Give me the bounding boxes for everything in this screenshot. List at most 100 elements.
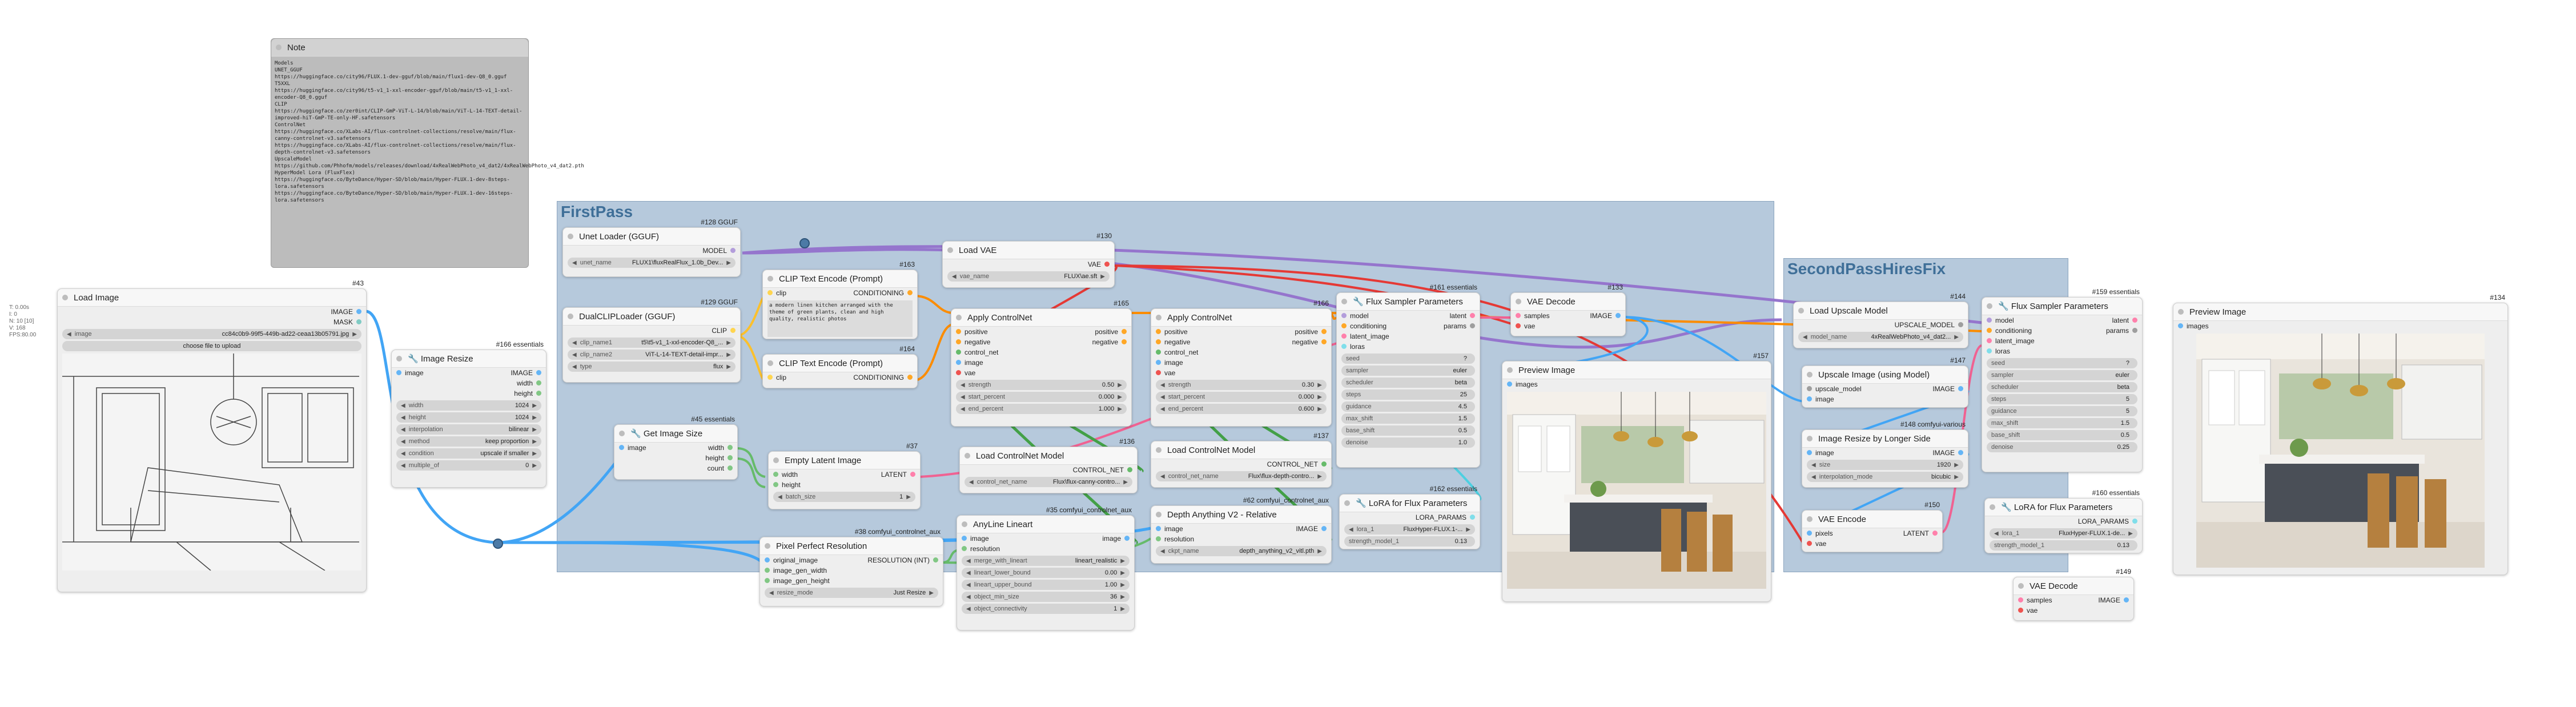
output-params[interactable]: params	[1408, 322, 1475, 330]
input-conditioning[interactable]: conditioning	[1987, 327, 2062, 335]
node-load-upscale-model[interactable]: Load Upscale Model #144 UPSCALE_MODEL ◀ mo…	[1793, 292, 1968, 348]
prompt-textarea[interactable]: a modern linen kitchen arranged with the…	[767, 300, 913, 337]
output-width[interactable]: width	[676, 444, 733, 452]
input-images[interactable]: images	[2178, 322, 2503, 330]
widget-method[interactable]: ◀ method keep proportion ▶	[396, 436, 541, 447]
widget-vae-name[interactable]: ◀ vae_name FLUX\ae.sft ▶	[947, 271, 1110, 282]
widget-width[interactable]: ◀ width 1024 ▶	[396, 400, 541, 411]
widget-scheduler[interactable]: scheduler beta	[1341, 377, 1475, 388]
input-original-image[interactable]: original_image	[765, 556, 851, 564]
node-lora-flux-parameters-1[interactable]: 🔧 LoRA for Flux Parameters #162 essential…	[1339, 485, 1480, 549]
output-image[interactable]: IMAGE	[1885, 385, 1963, 393]
input-image[interactable]: image	[396, 369, 469, 377]
widget-multiple-of[interactable]: ◀ multiple_of 0 ▶	[396, 460, 541, 471]
widget-start-percent[interactable]: ◀ start_percent 0.000 ▶	[956, 392, 1127, 402]
widget-sampler[interactable]: sampler euler	[1341, 365, 1475, 376]
node-apply-controlnet-1[interactable]: Apply ControlNet #165 positive positive ne…	[951, 299, 1132, 427]
widget-clip-name1[interactable]: ◀ clip_name1 t5\t5-v1_1-xxl-encoder-Q8_...…	[568, 338, 736, 348]
widget-unet-name[interactable]: ◀ unet_name FLUX1\fluxRealFlux_1.0b_Dev...…	[568, 258, 736, 268]
note-node[interactable]: Note Models UNET_GGUF https://huggingfac…	[271, 38, 584, 268]
widget-control-net-name[interactable]: ◀ control_net_name Flux\flux-canny-contro.…	[965, 477, 1132, 487]
input-images[interactable]: images	[1507, 380, 1766, 388]
input-image[interactable]: image	[1156, 359, 1327, 367]
input-image[interactable]: image	[962, 535, 1046, 543]
output-positive[interactable]: positive	[1241, 328, 1327, 336]
output-count[interactable]: count	[619, 464, 733, 472]
widget-clip-name2[interactable]: ◀ clip_name2 ViT-L-14-TEXT-detail-impr... ▶	[568, 350, 736, 360]
upload-button[interactable]: choose file to upload	[62, 341, 361, 351]
output-image[interactable]: IMAGE	[1885, 449, 1963, 457]
output-image[interactable]: image	[1046, 535, 1130, 543]
output-height[interactable]: height	[396, 389, 541, 397]
output-image[interactable]: IMAGE	[62, 308, 361, 316]
node-upscale-image-using-model[interactable]: Upscale Image (using Model) #147 upscale_…	[1802, 356, 1968, 408]
image-select[interactable]: ◀ image cc84c0b9-99f5-449b-ad22-ceaa13b057…	[62, 329, 361, 339]
output-latent[interactable]: LATENT	[1872, 529, 1938, 537]
output-model[interactable]: MODEL	[568, 247, 736, 255]
output-image[interactable]: IMAGE	[1568, 312, 1621, 320]
node-get-image-size[interactable]: 🔧 Get Image Size #45 essentials image widt…	[614, 415, 738, 480]
node-flux-sampler-parameters-2[interactable]: 🔧 Flux Sampler Parameters #159 essentials…	[1982, 288, 2143, 472]
widget-merge-with-lineart[interactable]: ◀ merge_with_lineart lineart_realistic ▶	[962, 556, 1130, 566]
output-image[interactable]: IMAGE	[469, 369, 541, 377]
widget-lora-1[interactable]: ◀ lora_1 FluxHyper-FLUX.1-... ▶	[1344, 524, 1475, 535]
node-clip-text-encode-negative[interactable]: CLIP Text Encode (Prompt) #164 clip CONDIT…	[762, 345, 918, 388]
widget-type[interactable]: ◀ type flux ▶	[568, 361, 736, 372]
input-clip[interactable]: clip	[767, 289, 840, 297]
widget-max-shift[interactable]: max_shift 1.5	[1341, 413, 1475, 424]
widget-start-percent[interactable]: ◀ start_percent 0.000 ▶	[1156, 392, 1327, 402]
input-model[interactable]: model	[1341, 312, 1408, 320]
input-positive[interactable]: positive	[1156, 328, 1241, 336]
input-resolution[interactable]: resolution	[1156, 535, 1327, 543]
workflow-canvas[interactable]: FirstPass SecondPassHiresFix T: 0.00s I:…	[0, 0, 2143, 630]
output-lora-params[interactable]: LORA_PARAMS	[1344, 513, 1475, 521]
widget-condition[interactable]: ◀ condition upscale if smaller ▶	[396, 448, 541, 459]
output-negative[interactable]: negative	[1042, 338, 1127, 346]
input-latent-image[interactable]: latent_image	[1987, 337, 2137, 345]
widget-interpolation-mode[interactable]: ◀ interpolation_mode bicubic ▶	[1807, 472, 1963, 482]
node-preview-image-1[interactable]: Preview Image #157 images	[1502, 352, 1771, 602]
output-lora-params[interactable]: LORA_PARAMS	[1990, 517, 2137, 525]
node-load-vae[interactable]: Load VAE #130 VAE ◀ vae_name FLUX\ae.sft ▶	[942, 232, 1115, 288]
note-text[interactable]: Models UNET_GGUF https://huggingface.co/…	[275, 60, 584, 204]
widget-seed[interactable]: seed?	[1341, 354, 1475, 364]
input-width[interactable]: width	[773, 471, 845, 479]
node-lora-flux-parameters-2[interactable]: 🔧 LoRA for Flux Parameters #160 essential…	[1984, 489, 2143, 553]
input-latent-image[interactable]: latent_image	[1341, 332, 1475, 340]
input-vae[interactable]: vae	[2018, 606, 2129, 614]
input-samples[interactable]: samples	[1516, 312, 1568, 320]
widget-guidance[interactable]: guidance 5	[1987, 406, 2137, 416]
widget-max-shift[interactable]: max_shift 1.5	[1987, 418, 2137, 428]
node-depth-anything[interactable]: Depth Anything V2 - Relative #62 comfyui_…	[1151, 496, 1332, 564]
node-flux-sampler-parameters-1[interactable]: 🔧 Flux Sampler Parameters #161 essentials…	[1336, 283, 1480, 468]
widget-control-net-name[interactable]: ◀ control_net_name Flux\flux-depth-contro.…	[1156, 471, 1327, 481]
widget-interpolation[interactable]: ◀ interpolation bilinear ▶	[396, 424, 541, 435]
widget-sampler[interactable]: sampler euler	[1987, 370, 2137, 380]
widget-strength[interactable]: ◀ strength 0.50 ▶	[956, 380, 1127, 390]
widget-strength-model-1[interactable]: strength_model_1 0.13	[1990, 540, 2137, 551]
widget-strength[interactable]: ◀ strength 0.30 ▶	[1156, 380, 1327, 390]
input-vae[interactable]: vae	[956, 369, 1127, 377]
input-loras[interactable]: loras	[1987, 347, 2137, 355]
input-control-net[interactable]: control_net	[956, 348, 1127, 356]
widget-lora-1[interactable]: ◀ lora_1 FluxHyper-FLUX.1-de... ▶	[1990, 528, 2137, 539]
input-image-gen-height[interactable]: image_gen_height	[765, 577, 938, 585]
input-image-gen-width[interactable]: image_gen_width	[765, 567, 938, 575]
widget-guidance[interactable]: guidance 4.5	[1341, 401, 1475, 412]
input-vae[interactable]: vae	[1156, 369, 1327, 377]
input-resolution[interactable]: resolution	[962, 545, 1130, 553]
input-negative[interactable]: negative	[956, 338, 1042, 346]
output-upscale-model[interactable]: UPSCALE_MODEL	[1798, 321, 1963, 329]
input-vae[interactable]: vae	[1516, 322, 1621, 330]
input-loras[interactable]: loras	[1341, 343, 1475, 351]
node-image-resize-longer-side[interactable]: Image Resize by Longer Side #148 comfyui-…	[1802, 420, 1968, 488]
input-samples[interactable]: samples	[2018, 596, 2073, 604]
output-positive[interactable]: positive	[1042, 328, 1127, 336]
input-upscale-model[interactable]: upscale_model	[1807, 385, 1885, 393]
widget-object-connectivity[interactable]: ◀ object_connectivity 1 ▶	[962, 604, 1130, 614]
node-empty-latent-image[interactable]: Empty Latent Image #37 width LATENT height…	[768, 442, 921, 509]
widget-steps[interactable]: steps 5	[1987, 394, 2137, 404]
output-latent[interactable]: LATENT	[845, 471, 915, 479]
widget-resize-mode[interactable]: ◀ resize_mode Just Resize ▶	[765, 588, 938, 598]
output-width[interactable]: width	[396, 379, 541, 387]
